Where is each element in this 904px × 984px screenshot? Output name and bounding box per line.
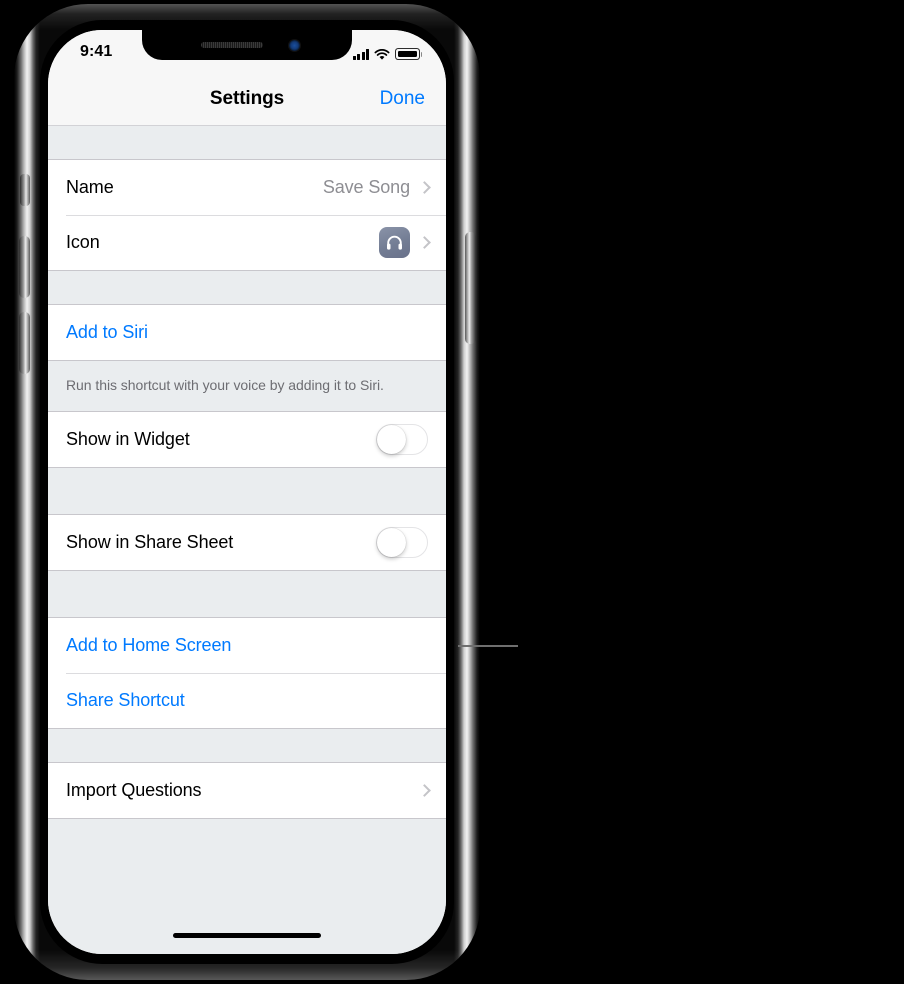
volume-down-button[interactable] xyxy=(19,312,30,374)
earpiece-speaker-icon xyxy=(200,42,263,48)
section-spacer-4 xyxy=(48,729,446,762)
callout-leader-line xyxy=(458,645,518,647)
section-siri-footer: Run this shortcut with your voice by add… xyxy=(48,361,446,411)
mute-switch[interactable] xyxy=(20,174,30,206)
row-import-questions-label: Import Questions xyxy=(66,780,202,800)
home-indicator[interactable] xyxy=(173,933,321,938)
section-spacer-2 xyxy=(48,468,446,514)
row-show-in-widget-accessory xyxy=(376,424,428,455)
section-siri: Add to Siri xyxy=(48,304,446,361)
section-import-questions: Import Questions xyxy=(48,762,446,819)
cellular-signal-icon xyxy=(352,49,369,60)
row-name[interactable]: Name Save Song xyxy=(48,160,446,215)
chevron-right-icon xyxy=(419,783,428,799)
row-icon[interactable]: Icon xyxy=(48,215,446,270)
page-title: Settings xyxy=(209,87,285,109)
row-show-in-share-sheet[interactable]: Show in Share Sheet xyxy=(48,515,446,570)
row-icon-accessory xyxy=(379,227,428,258)
navigation-bar: Settings Done xyxy=(48,72,446,126)
battery-icon xyxy=(395,48,423,60)
row-import-questions[interactable]: Import Questions xyxy=(48,763,446,818)
row-name-value: Save Song xyxy=(322,177,410,197)
toggle-knob xyxy=(377,425,406,454)
row-name-accessory: Save Song xyxy=(323,177,428,198)
section-share-actions: Add to Home Screen Share Shortcut xyxy=(48,617,446,729)
section-show-in-widget: Show in Widget xyxy=(48,411,446,468)
row-add-to-home-screen[interactable]: Add to Home Screen xyxy=(48,618,446,673)
chevron-right-icon xyxy=(419,180,428,196)
wifi-icon xyxy=(374,48,390,60)
notch xyxy=(142,30,352,60)
row-add-to-home-screen-label: Add to Home Screen xyxy=(66,635,232,655)
section-spacer-3 xyxy=(48,571,446,617)
show-in-widget-toggle[interactable] xyxy=(376,424,428,455)
section-show-in-share-sheet: Show in Share Sheet xyxy=(48,514,446,571)
row-show-in-widget-label: Show in Widget xyxy=(66,429,190,449)
toggle-knob xyxy=(377,528,406,557)
section-name-icon: Name Save Song Icon xyxy=(48,159,446,271)
row-share-shortcut-label: Share Shortcut xyxy=(66,690,185,710)
settings-list[interactable]: Name Save Song Icon Add to Siri Run this… xyxy=(48,126,446,954)
row-add-to-siri[interactable]: Add to Siri xyxy=(48,305,446,360)
screenshot-stage: 9:41 Settings Done Name Save Song Icon A… xyxy=(0,0,904,984)
status-bar-time: 9:41 xyxy=(80,43,113,60)
done-button[interactable]: Done xyxy=(380,88,425,110)
row-add-to-siri-label: Add to Siri xyxy=(66,322,148,342)
row-show-in-share-sheet-accessory xyxy=(376,527,428,558)
power-button[interactable] xyxy=(465,232,476,344)
chevron-right-icon xyxy=(419,235,428,251)
status-bar-indicators xyxy=(352,44,423,60)
row-name-label: Name xyxy=(66,177,114,197)
list-top-spacer xyxy=(48,126,446,159)
section-spacer-1 xyxy=(48,271,446,304)
iphone-device-frame: 9:41 Settings Done Name Save Song Icon A… xyxy=(14,4,480,980)
row-import-questions-accessory xyxy=(419,783,428,799)
headphones-icon[interactable] xyxy=(379,227,410,258)
front-camera-icon xyxy=(288,39,300,51)
show-in-share-sheet-toggle[interactable] xyxy=(376,527,428,558)
device-screen: 9:41 Settings Done Name Save Song Icon A… xyxy=(48,30,446,954)
row-show-in-share-sheet-label: Show in Share Sheet xyxy=(66,532,234,552)
row-share-shortcut[interactable]: Share Shortcut xyxy=(48,673,446,728)
volume-up-button[interactable] xyxy=(19,236,30,298)
row-show-in-widget[interactable]: Show in Widget xyxy=(48,412,446,467)
row-icon-label: Icon xyxy=(66,232,100,252)
